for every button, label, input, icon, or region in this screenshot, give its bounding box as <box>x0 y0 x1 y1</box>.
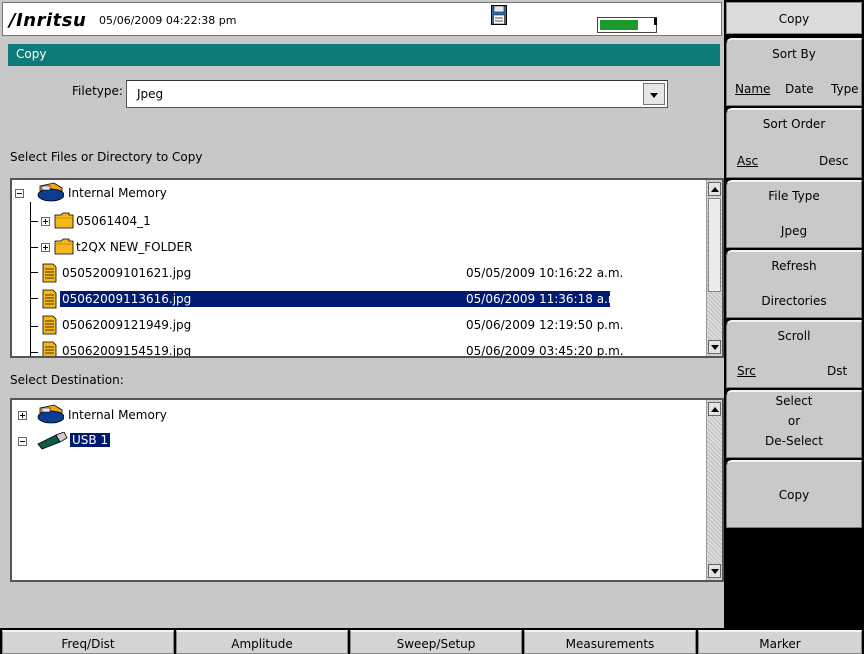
menu-measurements[interactable]: Measurements <box>524 630 696 654</box>
sort-order-option-desc: Desc <box>819 154 849 168</box>
status-bar: /Inritsu 05/06/2009 04:22:38 pm <box>2 2 722 36</box>
arrow-up-icon <box>711 187 719 192</box>
filetype-select[interactable]: Jpeg <box>126 80 668 108</box>
battery-indicator <box>597 17 657 33</box>
file-name: 05062009113616.jpg <box>62 292 192 306</box>
copy-label: Copy <box>778 488 810 502</box>
sort-by-option-name: Name <box>735 82 771 96</box>
scroll-thumb[interactable] <box>708 198 721 292</box>
dialog-title: Copy <box>8 44 720 66</box>
scroll-down-button[interactable] <box>708 564 721 578</box>
arrow-down-icon <box>711 345 719 350</box>
refresh-softkey[interactable]: Refresh Directories <box>726 250 862 318</box>
folder-icon <box>54 238 74 255</box>
scroll-label: Scroll <box>777 329 811 343</box>
file-row-selected[interactable]: 05062009113616.jpg 05/06/2009 11:36:18 a… <box>12 288 702 310</box>
scroll-option-dst: Dst <box>827 364 848 378</box>
file-name: 05062009121949.jpg <box>62 318 192 332</box>
file-date: 05/06/2009 11:36:18 a.m. <box>466 292 624 306</box>
expand-icon[interactable] <box>41 217 50 226</box>
sort-order-option-asc: Asc <box>737 154 759 168</box>
file-row[interactable]: 05052009101621.jpg 05/05/2009 10:16:22 a… <box>12 262 702 284</box>
sort-order-label: Sort Order <box>762 117 826 131</box>
scroll-up-button[interactable] <box>708 182 721 196</box>
file-date: 05/06/2009 03:45:20 p.m. <box>466 344 624 358</box>
tree-root-internal-memory[interactable]: Internal Memory <box>12 182 702 204</box>
file-type-softkey[interactable]: File Type Jpeg <box>726 180 862 248</box>
sort-by-option-date: Date <box>785 82 814 96</box>
sort-by-option-type: Type <box>831 82 859 96</box>
arrow-up-icon <box>711 407 719 412</box>
battery-tip <box>654 18 657 25</box>
arrow-down-icon <box>711 569 719 574</box>
file-name: 05052009101621.jpg <box>62 266 192 280</box>
main-area: /Inritsu 05/06/2009 04:22:38 pm Copy Fil… <box>0 0 724 628</box>
file-date: 05/06/2009 12:19:50 p.m. <box>466 318 624 332</box>
source-label: Select Files or Directory to Copy <box>10 150 203 164</box>
select-line1: Select <box>775 394 813 408</box>
floppy-disk-icon <box>491 5 507 25</box>
scroll-softkey[interactable]: Scroll Src Dst <box>726 320 862 388</box>
tree-root-label: Internal Memory <box>68 186 167 200</box>
sort-by-softkey[interactable]: Sort By Name Date Type <box>726 38 862 106</box>
menu-sweep-setup[interactable]: Sweep/Setup <box>350 630 522 654</box>
softkey-menu-title: Copy <box>726 2 862 34</box>
dest-item-label: USB 1 <box>70 433 111 447</box>
copy-softkey[interactable]: Copy <box>726 460 862 528</box>
select-line3: De-Select <box>765 434 823 448</box>
brand-logo: /Inritsu <box>9 10 87 31</box>
refresh-value: Directories <box>761 294 827 308</box>
sort-order-softkey[interactable]: Sort Order Asc Desc <box>726 108 862 178</box>
memory-drive-icon <box>37 182 64 202</box>
expand-icon[interactable] <box>41 243 50 252</box>
file-row[interactable]: 05062009154519.jpg 05/06/2009 03:45:20 p… <box>12 340 702 358</box>
main-menu-bar: Freq/Dist Amplitude Sweep/Setup Measurem… <box>0 628 864 654</box>
collapse-icon[interactable] <box>15 189 24 198</box>
battery-fill <box>600 20 638 30</box>
file-name: 05062009154519.jpg <box>62 344 192 358</box>
scroll-up-button[interactable] <box>708 402 721 416</box>
menu-amplitude[interactable]: Amplitude <box>176 630 348 654</box>
filetype-label: Filetype: <box>72 84 123 98</box>
tree-folder-item[interactable]: 05061404_1 <box>12 210 702 232</box>
file-icon <box>42 341 57 356</box>
filetype-value: Jpeg <box>137 87 164 101</box>
softkey-panel: Copy Sort By Name Date Type Sort Order A… <box>724 0 864 628</box>
select-softkey[interactable]: Select or De-Select <box>726 390 862 458</box>
file-date: 05/05/2009 10:16:22 a.m. <box>466 266 624 280</box>
scroll-option-src: Src <box>737 364 756 378</box>
source-file-list[interactable]: Internal Memory 05061404_1 t2QX NEW_FOLD… <box>10 178 724 358</box>
dest-item-internal-memory[interactable]: Internal Memory <box>12 404 702 426</box>
usb-drive-icon <box>37 432 68 450</box>
source-scrollbar[interactable] <box>706 180 722 356</box>
scroll-down-button[interactable] <box>708 340 721 354</box>
status-datetime: 05/06/2009 04:22:38 pm <box>99 14 237 27</box>
file-icon <box>42 289 57 309</box>
file-icon <box>42 263 57 283</box>
sort-by-label: Sort By <box>772 47 816 61</box>
select-line2: or <box>787 414 801 428</box>
destination-list[interactable]: Internal Memory USB 1 <box>10 398 724 582</box>
file-icon <box>42 315 57 335</box>
memory-drive-icon <box>37 404 64 424</box>
file-row[interactable]: 05062009121949.jpg 05/06/2009 12:19:50 p… <box>12 314 702 336</box>
folder-name: 05061404_1 <box>76 214 151 228</box>
dest-item-usb-selected[interactable]: USB 1 <box>12 430 702 452</box>
destination-label: Select Destination: <box>10 373 124 387</box>
chevron-down-icon <box>650 93 658 98</box>
folder-icon <box>54 212 74 229</box>
folder-name: t2QX NEW_FOLDER <box>76 240 193 254</box>
refresh-label: Refresh <box>771 259 817 273</box>
file-type-label: File Type <box>768 189 820 203</box>
expand-icon[interactable] <box>18 411 27 420</box>
filetype-dropdown-button[interactable] <box>643 83 665 105</box>
tree-folder-item[interactable]: t2QX NEW_FOLDER <box>12 236 702 258</box>
menu-marker[interactable]: Marker <box>698 630 862 654</box>
collapse-icon[interactable] <box>18 437 27 446</box>
file-type-value: Jpeg <box>780 224 808 238</box>
menu-freq-dist[interactable]: Freq/Dist <box>2 630 174 654</box>
dest-item-label: Internal Memory <box>68 408 167 422</box>
destination-scrollbar[interactable] <box>706 400 722 580</box>
